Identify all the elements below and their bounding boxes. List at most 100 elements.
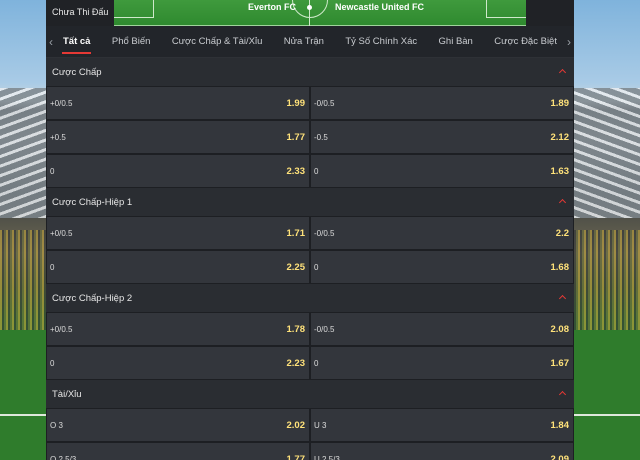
odds-value: 2.02 xyxy=(286,419,306,431)
odds-cell-right[interactable]: -0.5 2.12 xyxy=(311,121,573,153)
odds-value: 1.78 xyxy=(286,323,306,335)
odds-cell-left[interactable]: O 3 2.02 xyxy=(47,409,309,441)
odds-cell-left[interactable]: O 2.5/3 1.77 xyxy=(47,443,309,460)
odds-value: 1.99 xyxy=(286,97,306,109)
handicap-label: U 2.5/3 xyxy=(314,454,340,460)
odds-value: 2.25 xyxy=(286,261,306,273)
chevron-left-icon[interactable]: ‹ xyxy=(46,35,56,49)
market-sections: Cược Chấp +0/0.5 1.99 -0/0.5 1.89 +0.5 1.77 -0.… xyxy=(46,58,574,460)
section-header[interactable]: Cược Chấp-Hiệp 2 xyxy=(46,284,574,312)
odds-cell-left[interactable]: +0/0.5 1.78 xyxy=(47,313,309,345)
handicap-label: 0 xyxy=(314,262,319,272)
odds-value: 2.23 xyxy=(286,357,306,369)
handicap-label: U 3 xyxy=(314,420,327,430)
handicap-label: 0 xyxy=(50,358,55,368)
odds-row: +0/0.5 1.71 -0/0.5 2.2 xyxy=(46,216,574,250)
section-title: Cược Chấp-Hiệp 2 xyxy=(52,292,133,304)
odds-row: 0 2.33 0 1.63 xyxy=(46,154,574,188)
tab-2[interactable]: Cược Chấp & Tài/Xỉu xyxy=(169,28,266,55)
crowd-right xyxy=(572,230,640,340)
handicap-label: -0/0.5 xyxy=(314,228,335,238)
handicap-label: 0 xyxy=(314,166,319,176)
odds-value: 1.84 xyxy=(550,419,570,431)
handicap-label: -0.5 xyxy=(314,132,328,142)
halfway-line xyxy=(309,0,310,26)
odds-cell-left[interactable]: +0.5 1.77 xyxy=(47,121,309,153)
odds-value: 1.67 xyxy=(550,357,570,369)
odds-cell-left[interactable]: +0/0.5 1.71 xyxy=(47,217,309,249)
section-title: Cược Chấp-Hiệp 1 xyxy=(52,196,133,208)
odds-cell-right[interactable]: 0 1.68 xyxy=(311,251,573,283)
chevron-up-icon[interactable] xyxy=(558,293,568,303)
tab-5[interactable]: Ghi Bàn xyxy=(436,28,476,55)
odds-cell-right[interactable]: -0/0.5 1.89 xyxy=(311,87,573,119)
penalty-box-right xyxy=(486,0,526,18)
odds-row: +0/0.5 1.78 -0/0.5 2.08 xyxy=(46,312,574,346)
odds-cell-left[interactable]: +0/0.5 1.99 xyxy=(47,87,309,119)
odds-cell-right[interactable]: -0/0.5 2.2 xyxy=(311,217,573,249)
odds-cell-right[interactable]: U 3 1.84 xyxy=(311,409,573,441)
pitch-right xyxy=(572,330,640,460)
chevron-up-icon[interactable] xyxy=(558,389,568,399)
chevron-right-icon[interactable]: › xyxy=(564,35,574,49)
tab-0[interactable]: Tất cả xyxy=(60,28,93,55)
odds-cell-right[interactable]: -0/0.5 2.08 xyxy=(311,313,573,345)
tab-3[interactable]: Nửa Trận xyxy=(281,28,327,55)
stadium-roof-right xyxy=(572,88,640,218)
pitch-line-right xyxy=(572,414,640,416)
section-header[interactable]: Tài/Xỉu xyxy=(46,380,574,408)
odds-value: 1.89 xyxy=(550,97,570,109)
match-status: Chưa Thi Đấu xyxy=(52,7,109,17)
betting-panel: Chưa Thi Đấu Everton FC Newcastle United… xyxy=(46,0,574,460)
odds-row: O 3 2.02 U 3 1.84 xyxy=(46,408,574,442)
odds-row: O 2.5/3 1.77 U 2.5/3 2.09 xyxy=(46,442,574,460)
odds-value: 2.2 xyxy=(555,227,569,239)
odds-value: 2.33 xyxy=(286,165,306,177)
odds-value: 1.77 xyxy=(286,453,306,460)
handicap-label: O 3 xyxy=(50,420,63,430)
section-header[interactable]: Cược Chấp xyxy=(46,58,574,86)
handicap-label: O 2.5/3 xyxy=(50,454,77,460)
odds-value: 1.77 xyxy=(286,131,306,143)
handicap-label: 0 xyxy=(50,166,55,176)
section-title: Tài/Xỉu xyxy=(52,388,82,400)
tab-1[interactable]: Phổ Biến xyxy=(109,28,154,55)
tab-6[interactable]: Cược Đặc Biệt xyxy=(491,28,560,55)
odds-value: 2.08 xyxy=(550,323,570,335)
odds-cell-right[interactable]: U 2.5/3 2.09 xyxy=(311,443,573,460)
odds-value: 1.68 xyxy=(550,261,570,273)
pitch-graphic: Everton FC Newcastle United FC xyxy=(114,0,526,26)
odds-cell-right[interactable]: 0 1.63 xyxy=(311,155,573,187)
tab-4[interactable]: Tỷ Số Chính Xác xyxy=(342,28,420,55)
odds-row: 0 2.25 0 1.68 xyxy=(46,250,574,284)
odds-row: +0.5 1.77 -0.5 2.12 xyxy=(46,120,574,154)
market-tabs: ‹ Tất cả Phổ Biến Cược Chấp & Tài/Xỉu Nửa T… xyxy=(46,26,574,58)
odds-cell-left[interactable]: 0 2.23 xyxy=(47,347,309,379)
odds-row: +0/0.5 1.99 -0/0.5 1.89 xyxy=(46,86,574,120)
crowd-left xyxy=(0,230,48,340)
odds-value: 1.71 xyxy=(286,227,306,239)
penalty-box-left xyxy=(114,0,154,18)
chevron-up-icon[interactable] xyxy=(558,197,568,207)
pitch-left xyxy=(0,330,48,460)
handicap-label: +0/0.5 xyxy=(50,324,73,334)
pitch-line-left xyxy=(0,414,48,416)
odds-value: 2.09 xyxy=(550,453,570,460)
away-team-name: Newcastle United FC xyxy=(335,2,425,12)
handicap-label: +0/0.5 xyxy=(50,98,73,108)
kickoff-indicator-icon xyxy=(307,5,312,10)
stadium-roof-left xyxy=(0,88,48,218)
handicap-label: +0.5 xyxy=(50,132,66,142)
odds-cell-left[interactable]: 0 2.25 xyxy=(47,251,309,283)
odds-cell-right[interactable]: 0 1.67 xyxy=(311,347,573,379)
home-team-name: Everton FC xyxy=(247,2,296,12)
section-header[interactable]: Cược Chấp-Hiệp 1 xyxy=(46,188,574,216)
handicap-label: -0/0.5 xyxy=(314,98,335,108)
odds-cell-left[interactable]: 0 2.33 xyxy=(47,155,309,187)
tab-list: Tất cả Phổ Biến Cược Chấp & Tài/Xỉu Nửa Trậ… xyxy=(56,28,564,55)
match-header: Chưa Thi Đấu Everton FC Newcastle United… xyxy=(46,0,574,26)
odds-row: 0 2.23 0 1.67 xyxy=(46,346,574,380)
chevron-up-icon[interactable] xyxy=(558,67,568,77)
handicap-label: 0 xyxy=(314,358,319,368)
section-title: Cược Chấp xyxy=(52,66,102,78)
